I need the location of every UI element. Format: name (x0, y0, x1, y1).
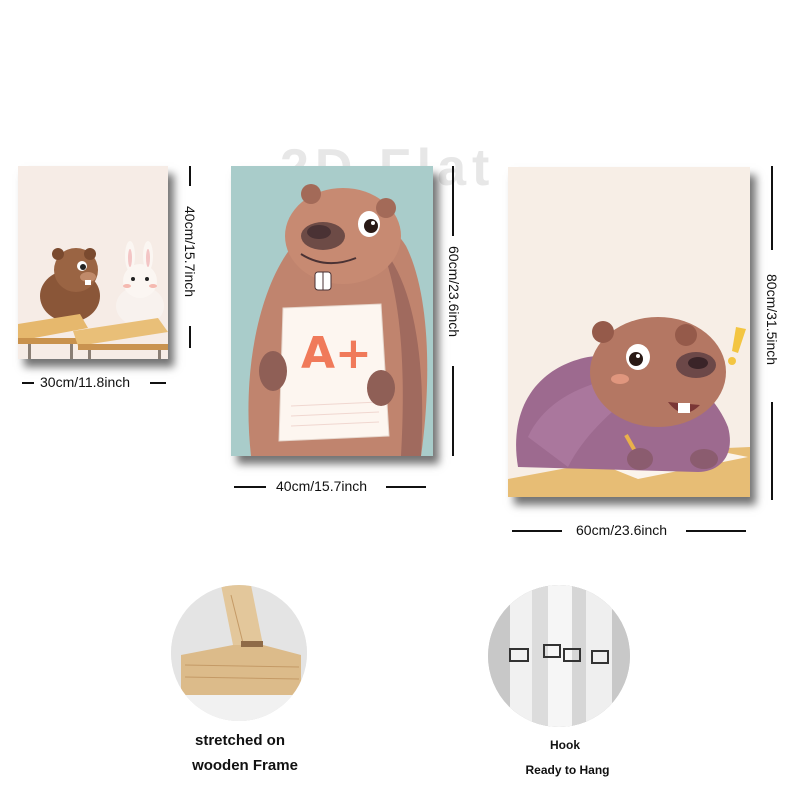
medium-canvas-print: A+ (231, 166, 433, 456)
medium-height-line-top (452, 166, 454, 236)
frame-caption-line1: stretched on (194, 732, 285, 749)
large-height-line-bottom (771, 402, 773, 500)
large-width-label: 60cm/23.6inch (576, 522, 668, 538)
small-width-line-right (150, 382, 166, 384)
small-canvas-print (18, 166, 168, 359)
paper-grade-text: A+ (301, 328, 372, 379)
hook-caption-title: Hook (550, 738, 580, 752)
small-height-line-bottom (189, 326, 191, 348)
small-height-label: 40cm/15.7inch (182, 206, 198, 298)
beaver-and-bunny-illustration (18, 241, 168, 359)
wooden-frame-detail-photo (171, 585, 307, 721)
capybara-a-plus-illustration (248, 184, 428, 456)
medium-width-line-right (386, 486, 426, 488)
small-width-label: 30cm/11.8inch (40, 374, 131, 390)
medium-height-label: 60cm/23.6inch (446, 246, 462, 338)
medium-height-line-bottom (452, 366, 454, 456)
medium-width-label: 40cm/15.7inch (276, 478, 368, 494)
capybara-writing-illustration (508, 317, 750, 497)
large-width-line-right (686, 530, 746, 532)
large-canvas-print (508, 167, 750, 497)
large-height-label: 80cm/31.5inch (764, 274, 780, 366)
frame-caption-line2: wooden Frame (192, 757, 298, 774)
large-height-line-top (771, 166, 773, 250)
small-height-line-top (189, 166, 191, 186)
small-width-line-left (22, 382, 34, 384)
medium-width-line-left (234, 486, 266, 488)
large-width-line-left (512, 530, 562, 532)
hook-detail-photo (488, 585, 630, 727)
hook-caption-sub: Ready to Hang (525, 763, 610, 777)
